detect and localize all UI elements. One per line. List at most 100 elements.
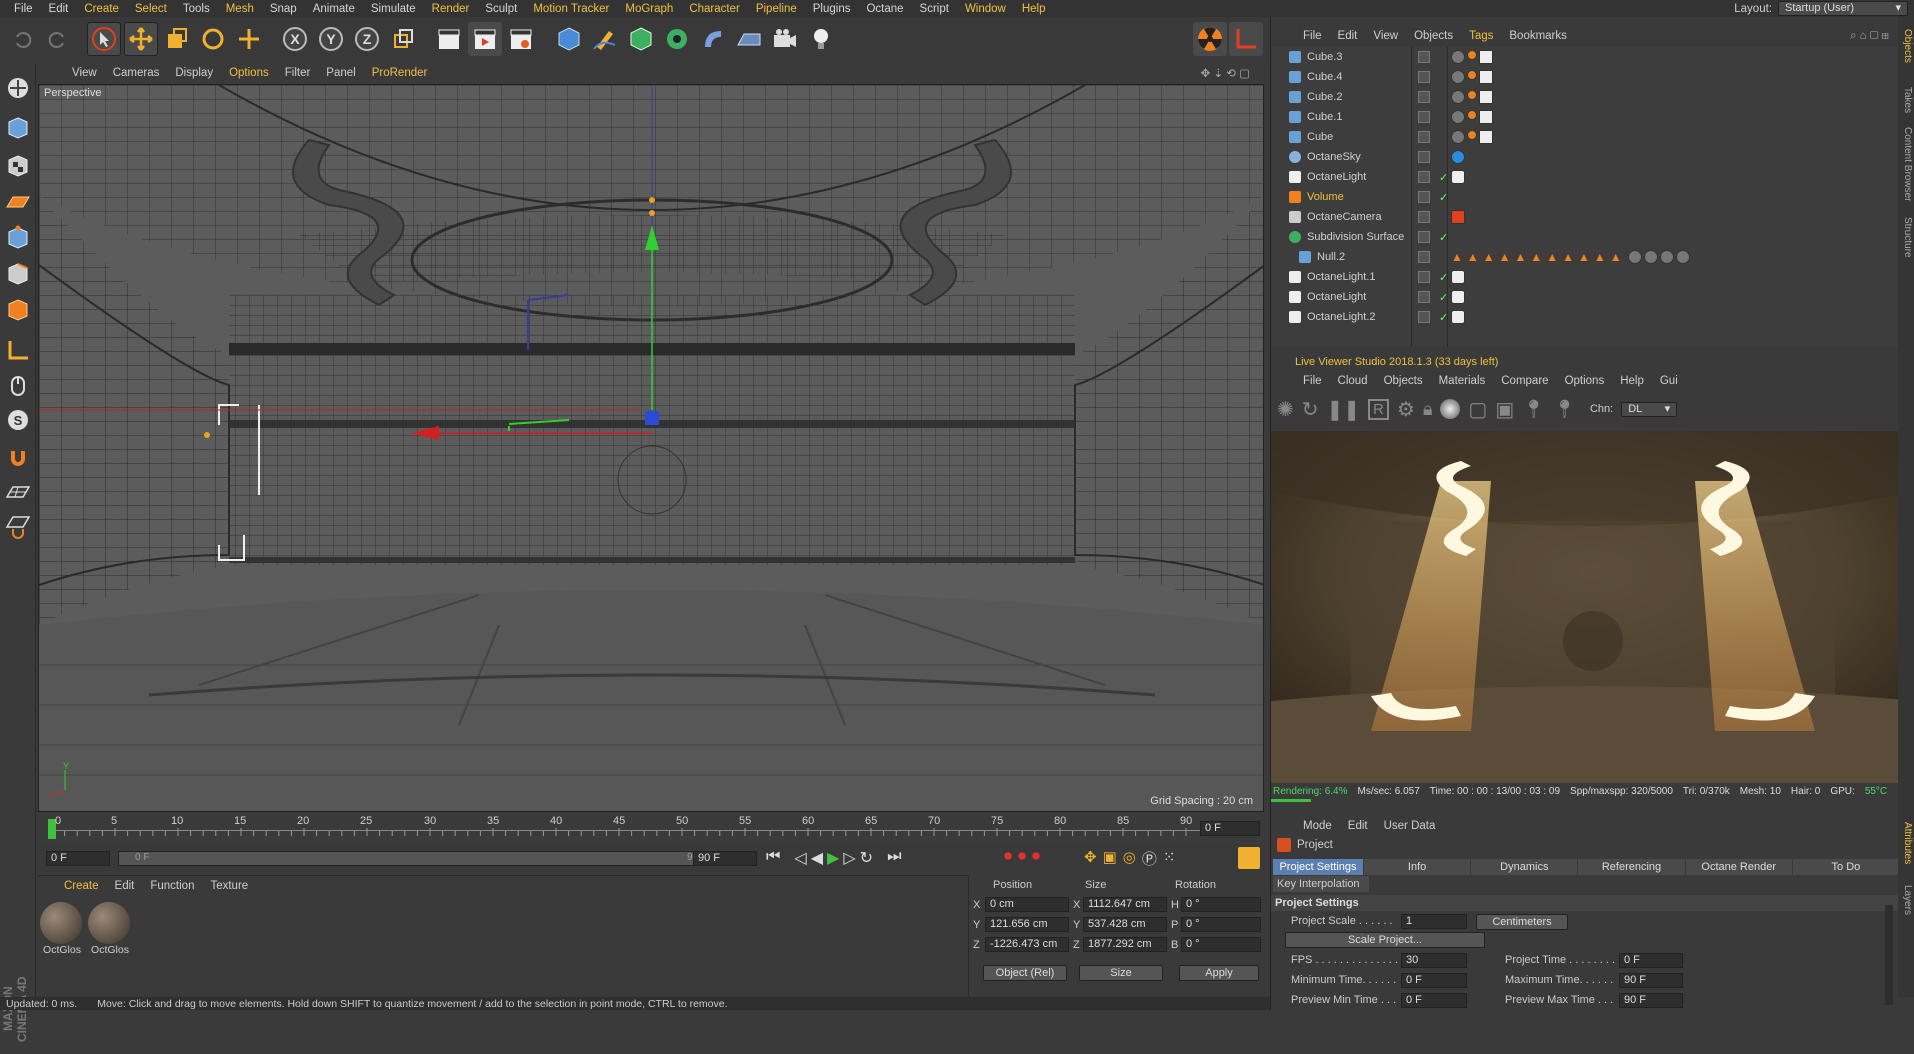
material-tag-icon[interactable] [1451, 70, 1465, 84]
octane-light-tag-icon[interactable] [1451, 270, 1465, 284]
timeline-ruler[interactable]: 0 5 10 15 20 25 30 35 40 45 50 55 60 65 … [38, 814, 1264, 844]
camera-button[interactable] [768, 22, 802, 56]
material-tag-icon[interactable] [1451, 50, 1465, 64]
attr-menu-user-data[interactable]: User Data [1376, 820, 1444, 832]
apply-button[interactable]: Apply [1179, 965, 1259, 981]
mat-menu-create[interactable]: Create [64, 880, 99, 892]
lv-menu-compare[interactable]: Compare [1493, 375, 1556, 387]
coordinate-mode-select[interactable]: Object (Rel) [983, 965, 1067, 981]
menu-simulate[interactable]: Simulate [363, 3, 424, 15]
polygons-mode-button[interactable] [2, 294, 34, 326]
vp-menu-prorender[interactable]: ProRender [364, 67, 436, 79]
lv-menu-cloud[interactable]: Cloud [1330, 375, 1376, 387]
pen-spline-button[interactable] [588, 22, 622, 56]
lv-menu-objects[interactable]: Objects [1376, 375, 1431, 387]
object-row-octanelight-2[interactable]: OctaneLight.2 ✓ [1271, 307, 1901, 327]
z-axis-button[interactable]: Z [350, 22, 384, 56]
next-key-button[interactable]: ↻ [860, 848, 873, 868]
layout-select[interactable]: Startup (User) ▾ [1778, 1, 1908, 16]
send-scene-icon[interactable]: ✺ [1277, 397, 1294, 422]
render-preview[interactable] [1271, 431, 1914, 783]
subdivision-surface-button[interactable] [624, 22, 658, 56]
object-row-null-2[interactable]: Null.2 ▲▲▲▲▲▲▲▲▲▲▲ [1271, 247, 1901, 267]
octane-light-tag-icon[interactable] [1451, 310, 1465, 324]
obj-menu-bookmarks[interactable]: Bookmarks [1501, 30, 1575, 42]
side-tab-layers[interactable]: Layers [1902, 885, 1913, 915]
size-z-field[interactable]: 1877.292 cm [1083, 937, 1167, 952]
enabled-check-icon[interactable]: ✓ [1439, 171, 1448, 184]
undo-button[interactable] [6, 22, 40, 56]
menu-window[interactable]: Window [957, 3, 1014, 15]
octane-env-tag-icon[interactable] [1451, 150, 1465, 164]
material-picker-icon[interactable]: 📍︎ [1553, 399, 1576, 420]
side-tab-takes[interactable]: Takes [1902, 87, 1913, 113]
autokey-button[interactable]: ⏺ [1018, 848, 1026, 866]
position-z-field[interactable]: -1226.473 cm [985, 937, 1069, 952]
visibility-toggle[interactable] [1418, 91, 1430, 103]
restart-render-icon[interactable]: ↻ [1302, 397, 1319, 422]
visibility-toggle[interactable] [1418, 311, 1430, 323]
start-frame-field[interactable]: 0 F [46, 851, 110, 866]
tab-referencing[interactable]: Referencing [1578, 859, 1685, 875]
y-axis-button[interactable]: Y [314, 22, 348, 56]
play-button[interactable]: ▶ [827, 848, 839, 868]
points-mode-button[interactable] [2, 222, 34, 254]
lv-menu-file[interactable]: File [1295, 375, 1330, 387]
edges-mode-button[interactable] [2, 258, 34, 290]
menu-create[interactable]: Create [76, 3, 127, 15]
material-tag-icon[interactable] [1659, 250, 1674, 264]
keyframe-selection-button[interactable]: ⏺ [1032, 848, 1040, 866]
key-rotation-icon[interactable]: ◎ [1123, 848, 1136, 869]
key-param-icon[interactable]: Ⓟ [1142, 848, 1157, 869]
side-tab-content-browser[interactable]: Content Browser [1902, 127, 1913, 201]
material-tag-icon[interactable] [1451, 110, 1465, 124]
focus-picker-icon[interactable]: 📍︎ [1522, 399, 1545, 420]
x-axis-button[interactable]: X [278, 22, 312, 56]
octane-radiation-button[interactable] [1193, 22, 1227, 56]
material-swatch[interactable]: OctGlos [40, 902, 84, 962]
material-tag-icon[interactable] [1451, 90, 1465, 104]
maximum-time-field[interactable]: 90 F [1619, 973, 1683, 988]
octane-light-tag-icon[interactable] [1451, 290, 1465, 304]
end-frame-field[interactable]: 90 F [693, 851, 757, 866]
lv-menu-gui[interactable]: Gui [1652, 375, 1686, 387]
cloner-button[interactable] [660, 22, 694, 56]
settings-gear-icon[interactable]: ⚙ [1397, 397, 1415, 422]
visibility-toggle[interactable] [1418, 171, 1430, 183]
preview-min-time-field[interactable]: 0 F [1401, 993, 1467, 1008]
enabled-check-icon[interactable]: ✓ [1439, 191, 1448, 204]
project-time-field[interactable]: 0 F [1619, 953, 1683, 968]
render-to-picture-viewer-button[interactable] [468, 22, 502, 56]
phong-tag-icon[interactable] [1467, 50, 1477, 60]
menu-select[interactable]: Select [127, 3, 175, 15]
rotate-tool-button[interactable] [196, 22, 230, 56]
attr-menu-edit[interactable]: Edit [1340, 820, 1376, 832]
current-frame-field[interactable]: 0 F [1200, 821, 1260, 836]
checker-tag-icon[interactable] [1479, 90, 1493, 104]
cube-object-button[interactable] [552, 22, 586, 56]
checker-tag-icon[interactable] [1479, 110, 1493, 124]
menu-mesh[interactable]: Mesh [218, 3, 262, 15]
material-tag-icon[interactable] [1451, 130, 1465, 144]
position-y-field[interactable]: 121.656 cm [985, 917, 1069, 932]
object-row-octanelight[interactable]: OctaneLight ✓ [1271, 167, 1901, 187]
render-settings-button[interactable] [504, 22, 538, 56]
menu-motion-tracker[interactable]: Motion Tracker [525, 3, 617, 15]
phong-tag-icon[interactable] [1467, 90, 1477, 100]
make-editable-button[interactable] [2, 72, 34, 104]
visibility-toggle[interactable] [1418, 251, 1430, 263]
object-row-octanelight[interactable]: OctaneLight ✓ [1271, 287, 1901, 307]
render-view-button[interactable] [432, 22, 466, 56]
mat-menu-function[interactable]: Function [150, 880, 194, 892]
object-row-volume[interactable]: Volume ✓ [1271, 187, 1901, 207]
enabled-check-icon[interactable]: ✓ [1439, 271, 1448, 284]
key-pla-icon[interactable]: ⁙ [1163, 848, 1176, 869]
object-row-octanelight-1[interactable]: OctaneLight.1 ✓ [1271, 267, 1901, 287]
axis-mode-button[interactable] [2, 334, 34, 366]
obj-menu-view[interactable]: View [1365, 30, 1406, 42]
perspective-viewport[interactable]: Y Perspective Grid Spacing : 20 cm [38, 84, 1264, 812]
object-row-cube[interactable]: Cube [1271, 127, 1901, 147]
recent-tool-button[interactable] [232, 22, 266, 56]
menu-help[interactable]: Help [1014, 3, 1054, 15]
rotation-p-field[interactable]: 0 ° [1181, 917, 1261, 932]
